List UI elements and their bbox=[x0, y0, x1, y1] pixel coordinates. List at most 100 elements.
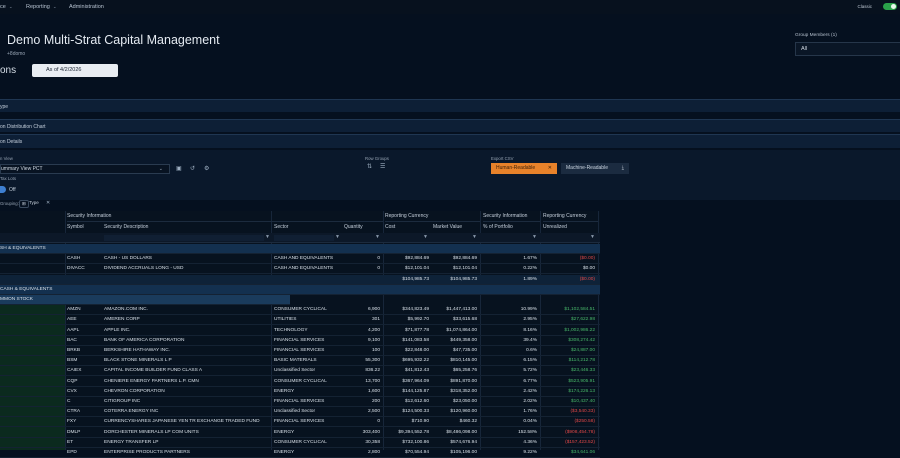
nav-item-administration[interactable]: Administration bbox=[69, 4, 104, 10]
subtotal-row[interactable]: $104,985.73 $104,985.73 1.89% ($0.00) bbox=[0, 274, 600, 285]
table-row[interactable]: DMLP DORCHESTER MINERALS LP COM UNITS ENER… bbox=[0, 428, 600, 438]
as-of-date-button[interactable]: As of 4/2/2026 bbox=[32, 64, 118, 77]
chip-remove-icon[interactable]: ✕ bbox=[46, 200, 50, 206]
col-header-unrealized[interactable]: Unrealized bbox=[543, 222, 567, 233]
col-header-cost[interactable]: Cost bbox=[385, 222, 395, 233]
save-icon[interactable]: ▣ bbox=[176, 165, 182, 172]
nav-item-finance[interactable]: ce ⌄ bbox=[0, 4, 13, 10]
details-section[interactable]: on Details bbox=[0, 134, 900, 148]
cell-quantity: 55,300 bbox=[365, 358, 380, 364]
details-label: on Details bbox=[0, 139, 23, 145]
cell-unrealized: $23,446.33 bbox=[570, 368, 595, 374]
filter-icon[interactable]: ▼ bbox=[590, 234, 595, 240]
table-row[interactable]: BRKB BERKSHIRE HATHAWAY INC. FINANCIAL SER… bbox=[0, 346, 600, 356]
cell-market-value: $810,145.00 bbox=[450, 358, 477, 364]
nav-item-reporting[interactable]: Reporting ⌄ bbox=[26, 4, 57, 10]
cell-cost: $141,083.58 bbox=[402, 337, 429, 343]
machine-readable-button[interactable]: Machine-Readable ⤓ bbox=[561, 163, 629, 174]
cell-sector: CONSUMER CYCLICAL bbox=[274, 307, 327, 313]
col-header-symbol[interactable]: Symbol bbox=[67, 222, 84, 233]
view-select[interactable]: ummary View PCT ⌄ bbox=[0, 164, 170, 174]
cell-market-value: $1,447,413.00 bbox=[446, 307, 477, 313]
cell-market-value: $12,101.04 bbox=[452, 266, 477, 272]
sort-icon[interactable]: ⇅ bbox=[367, 163, 372, 170]
settings-icon[interactable]: ⚙ bbox=[204, 165, 209, 172]
group-members-select[interactable]: All bbox=[795, 42, 900, 56]
table-row[interactable]: CQP CHENIERE ENERGY PARTNERS L.P. CMN CONS… bbox=[0, 377, 600, 387]
cell-sector: CASH AND EQUIVALENTS bbox=[274, 256, 334, 262]
cell-sector: BASIC MATERIALS bbox=[274, 358, 317, 364]
group-row[interactable]: CASH & EQUIVALENTS bbox=[0, 284, 600, 295]
export-csv-label: Export CSV bbox=[491, 156, 514, 161]
cell-symbol: AMZN bbox=[67, 307, 81, 313]
cell-sector: FINANCIAL SERVICES bbox=[274, 399, 325, 404]
col-header-market-value[interactable]: Market Value bbox=[433, 222, 462, 233]
cell-quantity: 0 bbox=[377, 256, 380, 262]
table-row[interactable]: CVX CHEVRON CORPORATION ENERGY 1,600 $144,12… bbox=[0, 387, 600, 397]
cell-market-value: $318,352.00 bbox=[450, 388, 477, 394]
group-header-security-info-2: Security Information bbox=[483, 211, 540, 222]
table-row[interactable]: C CITIGROUP INC FINANCIAL SERVICES 200 $12,6… bbox=[0, 397, 600, 407]
cell-symbol: AAPL bbox=[67, 327, 80, 333]
cell-pct-portfolio: 0.22% bbox=[523, 266, 537, 272]
cell-quantity: 1,600 bbox=[367, 388, 380, 394]
filter-icon[interactable]: ▼ bbox=[375, 234, 380, 240]
cell-market-value: $1,074,864.00 bbox=[446, 327, 477, 333]
grouping-chip-icon[interactable]: ⊞ bbox=[19, 200, 29, 208]
table-row[interactable]: CASH CASH - US DOLLARS CASH AND EQUIVALENT… bbox=[0, 254, 600, 265]
filter-icon[interactable]: ▼ bbox=[532, 234, 537, 240]
type-section[interactable]: ype bbox=[0, 99, 900, 112]
cell-unrealized: $1,102,584.51 bbox=[564, 307, 595, 313]
cell-quantity: 836.22 bbox=[365, 368, 380, 374]
filter-icon[interactable]: ▼ bbox=[423, 234, 428, 240]
cell-unrealized: $1,002,986.22 bbox=[564, 327, 595, 333]
col-header-quantity[interactable]: Quantity bbox=[344, 222, 363, 233]
chevron-down-icon: ⌄ bbox=[158, 166, 163, 172]
table-row[interactable]: CAIEX CAPITAL INCOME BUILDER FUND CLASS A… bbox=[0, 366, 600, 377]
table-row[interactable]: BAC BANK OF AMERICA CORPORATION FINANCIAL … bbox=[0, 336, 600, 346]
table-row[interactable]: DIVACC DIVIDEND ACCRUALS LONG - USD CASH A… bbox=[0, 264, 600, 275]
grouping-chip-type[interactable]: Type bbox=[29, 200, 39, 208]
group-row[interactable]: SH & EQUIVALENTS bbox=[0, 244, 600, 254]
table-row[interactable]: BSM BLACK STONE MINERALS L P BASIC MATERIA… bbox=[0, 356, 600, 367]
filter-icon[interactable]: ▼ bbox=[265, 234, 270, 240]
cell-unrealized: $10,437.40 bbox=[570, 399, 595, 404]
group-row[interactable]: MMON STOCK bbox=[0, 295, 290, 305]
filter-icon[interactable]: ▼ bbox=[472, 234, 477, 240]
col-header-sector[interactable]: Sector bbox=[274, 222, 288, 233]
filter-sector[interactable] bbox=[274, 235, 334, 241]
grouping-label: Grouping: bbox=[0, 201, 19, 206]
table-row[interactable]: AAPL APPLE INC. TECHNOLOGY 4,200 $71,877.78 $… bbox=[0, 326, 600, 336]
section-heading: ons bbox=[0, 65, 17, 76]
distribution-chart-section[interactable]: on Distribution Chart bbox=[0, 119, 900, 132]
cell-sector: CONSUMER CYCLICAL bbox=[274, 378, 327, 384]
cell-pct-portfolio: 10.99% bbox=[520, 307, 537, 313]
reset-icon[interactable]: ↺ bbox=[190, 165, 195, 172]
cell-unrealized: ($908,454.78) bbox=[565, 429, 595, 435]
table-row[interactable]: ET ENERGY TRANSFER LP CONSUMER CYCLICAL 30,… bbox=[0, 438, 600, 448]
table-row[interactable]: AEE AMEREN CORP UTILITIES 301 $5,992.70 $33,6… bbox=[0, 315, 600, 326]
distribution-chart-label: on Distribution Chart bbox=[0, 124, 46, 130]
table-row[interactable]: AMZN AMAZON.COM INC. CONSUMER CYCLICAL 6,90… bbox=[0, 305, 600, 316]
cell-market-value: $33,615.68 bbox=[452, 317, 477, 323]
classic-toggle[interactable] bbox=[883, 3, 897, 10]
filter-description[interactable] bbox=[104, 235, 264, 241]
view-select-value: ummary View PCT bbox=[1, 166, 43, 172]
col-header-pct-portfolio[interactable]: % of Portfolio bbox=[483, 222, 513, 233]
cell-unrealized: $24,887.00 bbox=[570, 348, 595, 353]
table-row[interactable]: FXY CURRENCYSHARES JAPANESE YEN TR EXCHAN… bbox=[0, 417, 600, 428]
cell-unrealized: ($0.00) bbox=[579, 256, 595, 262]
list-icon[interactable]: ☰ bbox=[380, 163, 385, 170]
human-readable-button[interactable]: Human-Readable ✕ bbox=[491, 163, 557, 174]
cell-symbol: CASH bbox=[67, 256, 81, 262]
cell-sector: Unclassified Sector bbox=[274, 368, 316, 374]
cell-cost: $344,823.49 bbox=[402, 307, 429, 313]
cell-market-value: $47,735.00 bbox=[452, 348, 477, 353]
table-row[interactable]: CTRA COTERRA ENERGY INC Unclassified Secto… bbox=[0, 407, 600, 418]
col-header-description[interactable]: Security Description bbox=[104, 222, 148, 233]
row-groups-label: Row Groups bbox=[365, 156, 389, 161]
cell-cost: $71,877.78 bbox=[404, 327, 429, 333]
filter-icon[interactable]: ▼ bbox=[335, 234, 340, 240]
cell-sector: FINANCIAL SERVICES bbox=[274, 337, 325, 343]
cell-unrealized: $308,274.42 bbox=[568, 337, 595, 343]
